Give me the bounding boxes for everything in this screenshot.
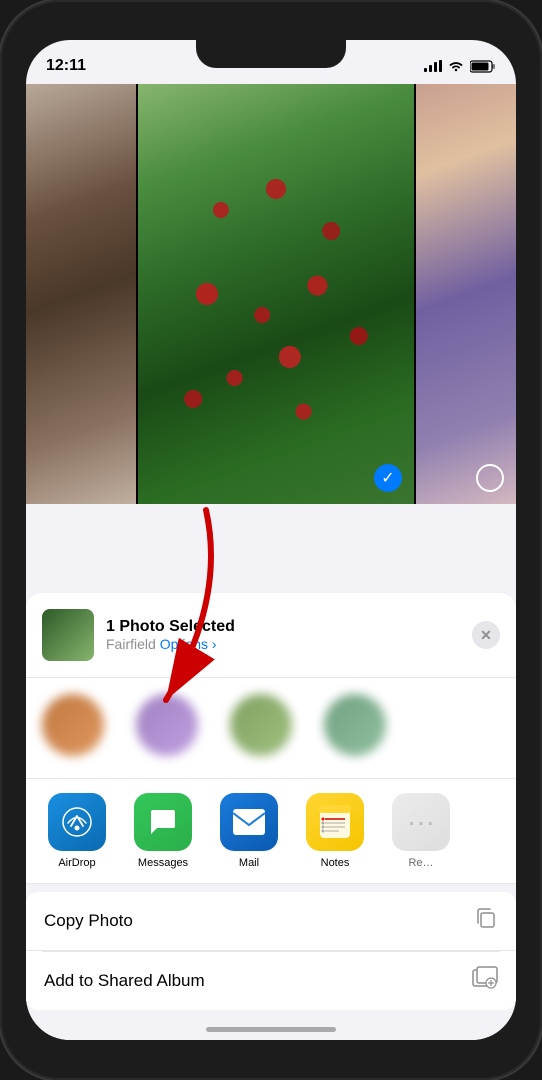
- signal-icon: [424, 60, 442, 72]
- app-item-mail[interactable]: Mail: [206, 793, 292, 869]
- share-header-text: 1 Photo Selected Fairfield Options ›: [106, 618, 460, 652]
- close-icon: ✕: [480, 627, 492, 644]
- photo-cherry-selected[interactable]: ✓: [138, 84, 414, 504]
- copy-icon: [474, 906, 498, 936]
- airdrop-icon: [48, 793, 106, 851]
- notes-icon: [306, 793, 364, 851]
- airdrop-svg: [61, 806, 93, 838]
- app-item-notes[interactable]: Notes: [292, 793, 378, 869]
- album-svg: [472, 966, 498, 990]
- home-indicator: [206, 1027, 336, 1032]
- notes-svg: [319, 805, 351, 839]
- mail-svg: [232, 808, 266, 836]
- apps-row: AirDrop Messages: [26, 779, 516, 884]
- album-icon: [472, 966, 498, 996]
- share-header: 1 Photo Selected Fairfield Options › ✕: [26, 593, 516, 678]
- status-icons: [424, 60, 496, 73]
- airdrop-label: AirDrop: [58, 857, 95, 869]
- app-item-more[interactable]: ··· Re…: [378, 793, 464, 869]
- add-to-album-label: Add to Shared Album: [44, 971, 205, 991]
- share-title: 1 Photo Selected: [106, 618, 460, 636]
- mail-label: Mail: [239, 857, 259, 869]
- contacts-row: [26, 678, 516, 779]
- contact-avatar-4: [324, 694, 386, 756]
- messages-svg: [147, 806, 179, 838]
- app-item-airdrop[interactable]: AirDrop: [34, 793, 120, 869]
- more-label: Re…: [408, 857, 433, 869]
- messages-label: Messages: [138, 857, 188, 869]
- copy-photo-label: Copy Photo: [44, 911, 133, 931]
- more-icon: ···: [392, 793, 450, 851]
- contact-item-1[interactable]: [26, 690, 120, 766]
- share-thumbnail: [42, 609, 94, 661]
- photo-dog[interactable]: [26, 84, 136, 504]
- contact-avatar-2: [136, 694, 198, 756]
- contact-avatar-1: [42, 694, 104, 756]
- actions-container: Copy Photo Add to Shared Album: [26, 892, 516, 1010]
- photo-select-circle: [476, 464, 504, 492]
- mail-icon: [220, 793, 278, 851]
- contact-item-3[interactable]: [214, 690, 308, 766]
- share-options-link[interactable]: Options ›: [160, 636, 217, 652]
- battery-icon: [470, 60, 496, 73]
- photo-grid: ✓: [26, 84, 516, 504]
- notch: [196, 40, 346, 68]
- share-close-button[interactable]: ✕: [472, 621, 500, 649]
- phone-frame: 12:11: [0, 0, 542, 1080]
- notes-label: Notes: [321, 857, 350, 869]
- action-row-copy[interactable]: Copy Photo: [26, 892, 516, 951]
- copy-svg: [474, 906, 498, 930]
- app-item-messages[interactable]: Messages: [120, 793, 206, 869]
- home-indicator-area: [26, 1010, 516, 1040]
- cherry-overlay: [138, 84, 414, 504]
- contact-item-2[interactable]: [120, 690, 214, 766]
- action-row-album[interactable]: Add to Shared Album: [26, 952, 516, 1010]
- contact-item-4[interactable]: [308, 690, 402, 766]
- screen: 12:11: [26, 40, 516, 1040]
- share-sheet: 1 Photo Selected Fairfield Options › ✕: [26, 593, 516, 1040]
- photo-girl[interactable]: [416, 84, 516, 504]
- status-time: 12:11: [46, 57, 86, 75]
- contact-avatar-3: [230, 694, 292, 756]
- wifi-icon: [448, 60, 464, 72]
- photo-checkmark: ✓: [374, 464, 402, 492]
- share-location: Fairfield: [106, 636, 156, 652]
- share-subtitle: Fairfield Options ›: [106, 636, 460, 652]
- messages-icon: [134, 793, 192, 851]
